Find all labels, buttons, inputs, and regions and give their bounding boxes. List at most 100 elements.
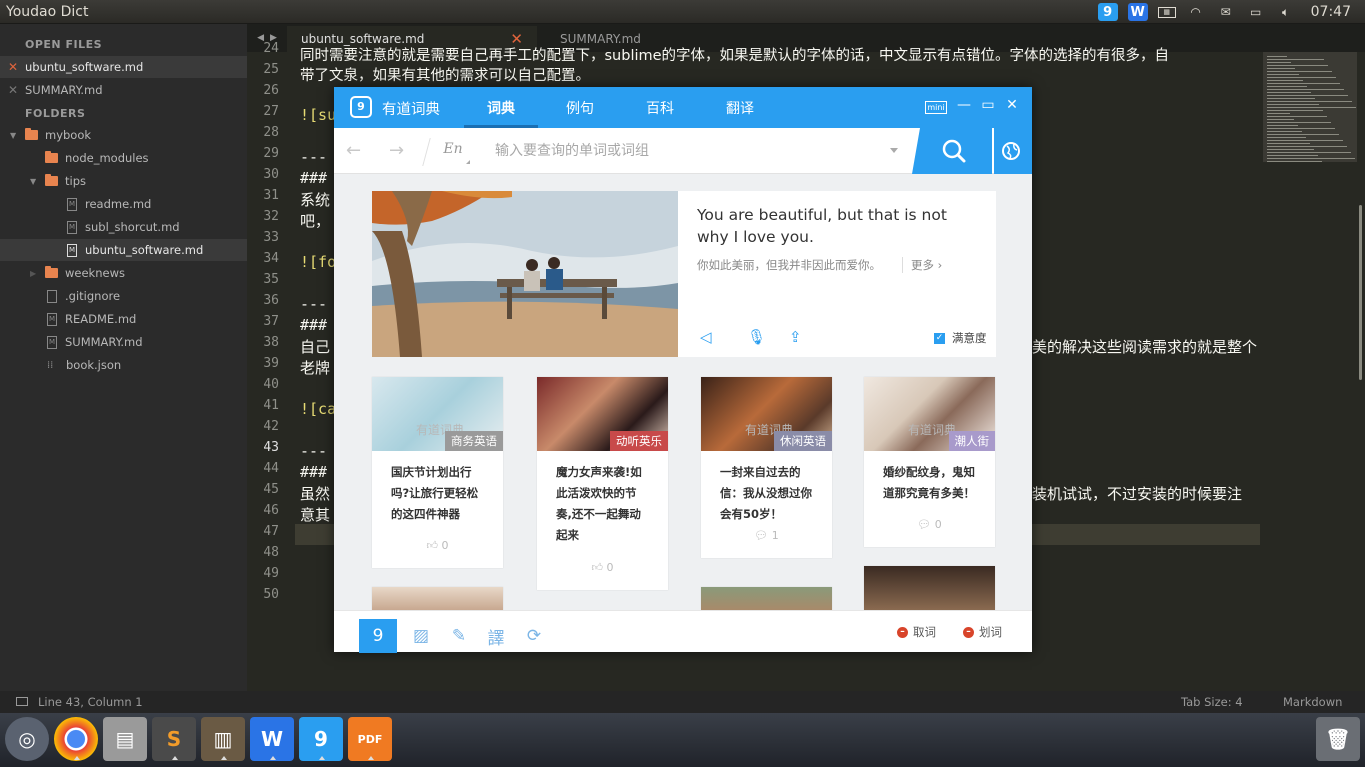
minimap-line	[1267, 110, 1323, 111]
wifi-icon[interactable]: ◠	[1186, 3, 1206, 21]
speaker-icon[interactable]: ◁︎	[700, 328, 718, 346]
article-card[interactable]: 有道词典 潮人街 婚纱配纹身，鬼知道那究竟有多美！ 💬︎ 0	[864, 377, 995, 547]
quci-toggle[interactable]: – 取词	[897, 624, 936, 640]
close-icon[interactable]: ✕	[8, 60, 18, 74]
satisfaction-checkbox[interactable]: ✓	[934, 333, 945, 344]
maximize-icon[interactable]: ▭	[980, 97, 996, 113]
daily-sentence-card[interactable]: You are beautiful, but that is not why I…	[372, 191, 996, 357]
file-ubuntu-software[interactable]: Mubuntu_software.md	[0, 239, 247, 261]
file-subl-shorcut[interactable]: Msubl_shorcut.md	[0, 216, 247, 238]
wordbook-icon[interactable]: ✎	[440, 619, 478, 653]
file-readme[interactable]: Mreadme.md	[0, 193, 247, 215]
minimap-line	[1267, 134, 1339, 135]
code-line: 美的解决这些阅读需求的就是整个	[1032, 338, 1258, 356]
file-manager-icon[interactable]: ▤	[103, 717, 147, 761]
battery-icon[interactable]: ▭	[1246, 3, 1266, 21]
folder-tips[interactable]: ▼ tips	[0, 170, 247, 192]
ubuntu-launcher-icon[interactable]: ◎	[5, 717, 49, 761]
globe-button[interactable]	[994, 128, 1032, 174]
volume-icon[interactable]: 🔈︎	[1276, 3, 1296, 21]
file-book-json[interactable]: ⁞⁞ book.json	[0, 354, 247, 376]
huaci-toggle[interactable]: – 划词	[963, 624, 1002, 640]
youdao-titlebar: 9 有道词典 词典 例句 百科 翻译 mini — ▭ ✕	[334, 87, 1032, 128]
card-title: 魔力女声来袭!如此活泼欢快的节奏,还不一起舞动起来	[556, 465, 642, 542]
folder-weeknews[interactable]: ▶ weeknews	[0, 262, 247, 284]
folder-mybook[interactable]: ▼ mybook	[0, 124, 247, 146]
comment-count: 💬︎ 0	[864, 518, 995, 531]
markdown-file-icon: M	[67, 243, 77, 257]
history-dropdown-icon[interactable]	[890, 148, 898, 153]
file-readme-root[interactable]: M README.md	[0, 308, 247, 330]
mini-mode-button[interactable]: mini	[925, 101, 947, 114]
active-app-title: Youdao Dict	[6, 3, 89, 20]
article-card[interactable]: 有道词典 商务英语 国庆节计划出行吗?让旅行更轻松的这四件神器 👍︎ 0	[372, 377, 503, 568]
article-card[interactable]: 有道词典 休闲英语 一封来自过去的信：我从没想过你会有50岁！ 💬︎ 1	[701, 377, 832, 558]
minimap[interactable]	[1263, 52, 1357, 162]
tab-examples[interactable]: 例句	[566, 98, 594, 118]
off-indicator-icon: –	[897, 626, 908, 638]
close-icon[interactable]: ✕	[8, 83, 18, 97]
books-icon[interactable]: ▥	[201, 717, 245, 761]
tab-translate[interactable]: 翻译	[726, 98, 754, 118]
open-file-item[interactable]: ✕ ubuntu_software.md	[0, 56, 247, 78]
code-line: 自己	[300, 338, 331, 356]
forward-arrow-icon[interactable]: →	[389, 140, 404, 161]
more-link[interactable]: 更多 ›	[902, 257, 942, 273]
sync-icon[interactable]: ⟳	[515, 619, 553, 653]
youdao-tray-icon[interactable]: 9	[1097, 3, 1118, 21]
open-files-header: OPEN FILES	[25, 38, 103, 51]
file-summary[interactable]: M SUMMARY.md	[0, 331, 247, 353]
sublime-text-icon[interactable]: S	[152, 717, 196, 761]
search-input[interactable]	[495, 138, 885, 164]
mail-icon[interactable]: ✉	[1216, 3, 1236, 21]
clock[interactable]: 07:47	[1311, 4, 1351, 20]
keyboard-icon[interactable]: ▦	[1157, 6, 1176, 18]
microphone-icon[interactable]: 🎙︎	[747, 328, 766, 346]
code-line: ###	[300, 463, 328, 481]
top-panel: Youdao Dict 9 W ▦ ◠ ✉ ▭ 🔈︎ 07:47	[0, 0, 1365, 24]
file-gitignore[interactable]: .gitignore	[0, 285, 247, 307]
search-button[interactable]	[912, 128, 992, 174]
wps-tray-icon[interactable]: W	[1127, 3, 1148, 21]
line-number: 36	[263, 293, 279, 308]
translate-icon[interactable]: 譯	[477, 619, 515, 653]
folder-node-modules[interactable]: node_modules	[0, 147, 247, 169]
share-icon[interactable]: ⇪	[789, 328, 807, 346]
image-icon[interactable]: ▨	[402, 619, 440, 653]
back-arrow-icon[interactable]: ←	[346, 140, 361, 161]
wps-pdf-icon[interactable]: PDF	[348, 717, 392, 761]
minimap-line	[1267, 143, 1310, 144]
tab-encyclopedia[interactable]: 百科	[646, 98, 674, 118]
article-card[interactable]: 动听英乐 魔力女声来袭!如此活泼欢快的节奏,还不一起舞动起来 👍︎ 0	[537, 377, 668, 590]
collapse-arrow-icon[interactable]: ▼	[10, 131, 16, 140]
open-file-item[interactable]: ✕ SUMMARY.md	[0, 79, 247, 101]
daily-sentence-image	[372, 191, 678, 357]
dictionary-home-icon[interactable]: 9	[359, 619, 397, 653]
minimap-line	[1267, 65, 1328, 66]
article-card-partial[interactable]	[864, 566, 995, 610]
line-number: 41	[263, 398, 279, 413]
language-selector[interactable]: En	[434, 141, 472, 157]
code-line: ###	[300, 316, 328, 334]
syntax-mode[interactable]: Markdown	[1283, 695, 1342, 709]
folder-icon	[45, 266, 58, 278]
trash-icon[interactable]: 🗑︎	[1316, 717, 1360, 761]
panel-toggle-icon[interactable]	[16, 697, 28, 706]
article-card-partial[interactable]	[701, 587, 832, 610]
tab-dictionary[interactable]: 词典	[487, 98, 515, 118]
chrome-icon[interactable]	[54, 717, 98, 761]
markdown-file-icon: M	[67, 220, 77, 234]
youdao-dict-icon[interactable]: 9	[299, 717, 343, 761]
expand-arrow-icon[interactable]: ▶	[30, 269, 36, 278]
wps-writer-icon[interactable]: W	[250, 717, 294, 761]
close-icon[interactable]: ✕	[1004, 97, 1020, 113]
line-number: 28	[263, 125, 279, 140]
tab-size[interactable]: Tab Size: 4	[1181, 695, 1243, 709]
minimize-icon[interactable]: —	[956, 97, 972, 113]
minimap-line	[1267, 140, 1343, 141]
minimap-line	[1267, 158, 1355, 159]
article-card-partial[interactable]	[372, 587, 503, 610]
minimap-line	[1267, 161, 1322, 162]
vertical-scrollbar[interactable]	[1359, 205, 1362, 380]
collapse-arrow-icon[interactable]: ▼	[30, 177, 36, 186]
